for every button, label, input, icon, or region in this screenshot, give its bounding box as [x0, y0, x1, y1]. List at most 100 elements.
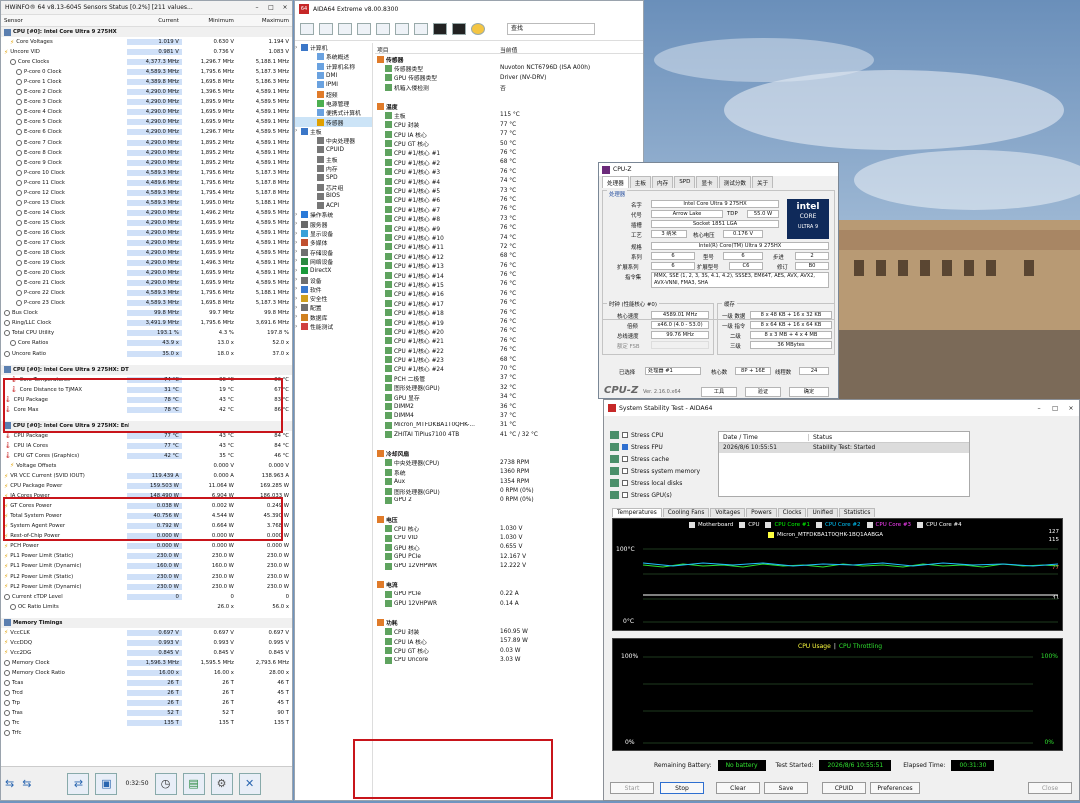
tree-item[interactable]: 芯片组 — [295, 182, 372, 192]
sensor-row[interactable]: Tras 52 T 52 T 90 T — [1, 708, 292, 718]
tree-item[interactable]: › 主板 — [295, 127, 372, 136]
tree-item[interactable]: 计算机名称 — [295, 62, 372, 71]
arrows-right-icon[interactable]: ⇆ — [22, 777, 31, 790]
sensor-row[interactable]: ⚡ PL2 Power Limit (Dynamic) 230.0 W 230.0 W… — [1, 582, 292, 592]
sensor-row[interactable]: P-core 0 Clock 4,589.3 MHz 1,795.6 MHz 5,18… — [1, 67, 292, 77]
preferences-button[interactable]: Preferences — [870, 782, 920, 794]
tree-item[interactable]: CPUID — [295, 145, 372, 154]
tree-item[interactable]: › 显示设备 — [295, 229, 372, 238]
memory-icon[interactable] — [433, 22, 447, 35]
list-row[interactable]: 主板 115 °C — [375, 111, 643, 120]
sensor-row[interactable]: Memory Clock 1,596.3 MHz 1,595.5 MHz 2,793.… — [1, 658, 292, 668]
sensor-row[interactable]: Total CPU Utility 193.1 % 4.3 % 197.8 % — [1, 328, 292, 338]
tree-item[interactable]: 主板 — [295, 155, 372, 164]
tab-spd[interactable]: SPD — [674, 176, 696, 188]
graph-tab[interactable]: Cooling Fans — [662, 507, 710, 517]
stress-option[interactable]: Stress local disks — [610, 477, 720, 489]
sensor-group[interactable]: CPU [#0]: Intel Core Ultra 9 275HX — [1, 27, 292, 38]
tools-button[interactable]: 工具 — [701, 387, 737, 397]
sensor-row[interactable]: E-core 6 Clock 4,290.0 MHz 1,296.7 MHz 4,58… — [1, 127, 292, 137]
tree-item[interactable]: › 安全性 — [295, 294, 372, 303]
sensor-row[interactable]: E-core 21 Clock 4,290.0 MHz 1,695.9 MHz 4,5… — [1, 278, 292, 288]
list-section[interactable]: 传感器 — [375, 54, 643, 64]
monitor-icon[interactable]: ▣ — [95, 772, 118, 795]
sensor-row[interactable]: 🌡 CPU IA Cores 77 °C 43 °C 84 °C — [1, 441, 292, 451]
col-value[interactable]: 当前值 — [500, 45, 517, 54]
sensor-row[interactable]: E-core 8 Clock 4,290.0 MHz 1,895.2 MHz 4,58… — [1, 148, 292, 158]
stress-option[interactable]: Stress CPU — [610, 429, 720, 441]
sensor-row[interactable]: ⚡ PL1 Power Limit (Dynamic) 160.0 W 160.0 W… — [1, 561, 292, 571]
report-icon[interactable] — [338, 22, 352, 35]
stress-checkbox[interactable] — [622, 444, 628, 450]
sensor-group[interactable]: CPU [#0]: Intel Core Ultra 9 275HX: DTS — [1, 364, 292, 375]
tree-item[interactable]: 内存 — [295, 164, 372, 173]
report-icon[interactable]: ▤ — [182, 772, 205, 795]
col-maximum[interactable]: Maximum — [237, 18, 292, 24]
sensor-row[interactable]: Memory Clock Ratio 16.00 x 16.00 x 28.00 x — [1, 668, 292, 678]
ok-button[interactable]: 确定 — [789, 387, 829, 397]
sensor-row[interactable]: ⚡ Vcc2DG 0.845 V 0.845 V 0.845 V — [1, 648, 292, 658]
close-sensors-icon[interactable]: ✕ — [238, 772, 261, 795]
tree-item[interactable]: › 网络设备 — [295, 257, 372, 266]
tree-item[interactable]: › 设备 — [295, 275, 372, 285]
col-current[interactable]: Current — [127, 18, 182, 24]
sensor-row[interactable]: Bus Clock 99.8 MHz 99.7 MHz 99.8 MHz — [1, 308, 292, 318]
network-icon[interactable]: ⇄ — [67, 772, 90, 795]
list-row[interactable]: CPU GT 核心 50 °C — [375, 139, 643, 148]
tab-bench[interactable]: 测试分数 — [718, 176, 752, 188]
maximize-icon[interactable]: □ — [1047, 405, 1063, 412]
clock-icon[interactable]: ◷ — [154, 772, 177, 795]
tree-item[interactable]: 系统概述 — [295, 52, 372, 61]
forward-icon[interactable] — [319, 22, 333, 35]
sensor-row[interactable]: E-core 2 Clock 4,290.0 MHz 1,396.5 MHz 4,58… — [1, 87, 292, 97]
sensor-row[interactable]: Trcd 26 T 26 T 45 T — [1, 688, 292, 698]
tree-item[interactable]: › 软件 — [295, 285, 372, 294]
tree-item[interactable]: › 多媒体 — [295, 238, 372, 247]
sensor-row[interactable]: P-core 10 Clock 4,589.3 MHz 1,795.6 MHz 5,1… — [1, 168, 292, 178]
list-row[interactable]: CPU IA 核心 77 °C — [375, 130, 643, 139]
stress-option[interactable]: Stress FPU — [610, 441, 720, 453]
settings-icon[interactable]: ⚙ — [210, 772, 233, 795]
refresh-icon[interactable] — [357, 22, 371, 35]
minimize-icon[interactable]: – — [250, 4, 264, 11]
tree-item[interactable]: IPMI — [295, 80, 372, 89]
sensor-row[interactable]: E-core 19 Clock 4,290.0 MHz 1,496.3 MHz 4,5… — [1, 258, 292, 268]
sensor-row[interactable]: Core Ratios 43.9 x 13.0 x 52.0 x — [1, 338, 292, 348]
user-icon[interactable] — [395, 22, 409, 35]
col-sensor[interactable]: Sensor — [1, 18, 127, 24]
stress-checkbox[interactable] — [622, 456, 628, 462]
tab-about[interactable]: 关于 — [752, 176, 774, 188]
sensor-row[interactable]: OC Ratio Limits 26.0 x 56.0 x — [1, 602, 292, 612]
chart-icon[interactable] — [414, 22, 428, 35]
list-row[interactable] — [375, 92, 643, 101]
graph-tab[interactable]: Clocks — [777, 507, 807, 517]
minimize-icon[interactable]: – — [1031, 405, 1047, 412]
stress-option[interactable]: Stress cache — [610, 453, 720, 465]
tree-item[interactable]: › 操作系统 — [295, 210, 372, 219]
graph-tab[interactable]: Statistics — [838, 507, 876, 517]
sensor-row[interactable]: E-core 20 Clock 4,290.0 MHz 1,695.9 MHz 4,5… — [1, 268, 292, 278]
tab-mainboard[interactable]: 主板 — [629, 176, 651, 188]
tree-item[interactable]: › 性能测试 — [295, 322, 372, 331]
tree-item[interactable]: ACPI — [295, 201, 372, 210]
stress-option[interactable]: Stress system memory — [610, 465, 720, 477]
sensor-row[interactable]: Trp 26 T 26 T 45 T — [1, 698, 292, 708]
sensor-row[interactable]: P-core 22 Clock 4,589.3 MHz 1,795.6 MHz 5,1… — [1, 288, 292, 298]
sensor-row[interactable]: ⚡ Core Voltages 1.019 V 0.630 V 1.194 V — [1, 37, 292, 47]
aida64-titlebar[interactable]: 64 AIDA64 Extreme v8.00.8300 — [295, 1, 643, 17]
select-processor[interactable]: 处理器 #1 — [645, 367, 701, 375]
sensor-row[interactable]: P-core 13 Clock 4,589.3 MHz 1,995.0 MHz 5,1… — [1, 198, 292, 208]
tree-item[interactable]: SPD — [295, 173, 372, 182]
list-row[interactable]: CPU 封装 77 °C — [375, 120, 643, 129]
clock-icon[interactable] — [471, 22, 485, 35]
sensor-row[interactable]: Uncore Ratio 35.0 x 18.0 x 37.0 x — [1, 349, 292, 359]
list-row[interactable]: GPU 传感器类型 Driver (NV-DRV) — [375, 73, 643, 82]
sensor-row[interactable]: ⚡ VR VCC Current (SVID IOUT) 119.439 A 0.00… — [1, 471, 292, 481]
tab-processor[interactable]: 处理器 — [602, 176, 629, 188]
tree-item[interactable]: 中央处理器 — [295, 136, 372, 145]
search-input[interactable]: 查找 — [507, 22, 595, 35]
tab-graphics[interactable]: 显卡 — [696, 176, 718, 188]
stress-checkbox[interactable] — [622, 480, 628, 486]
graph-tab[interactable]: Temperatures — [612, 507, 662, 517]
tree-item[interactable]: › 计算机 — [295, 43, 372, 52]
